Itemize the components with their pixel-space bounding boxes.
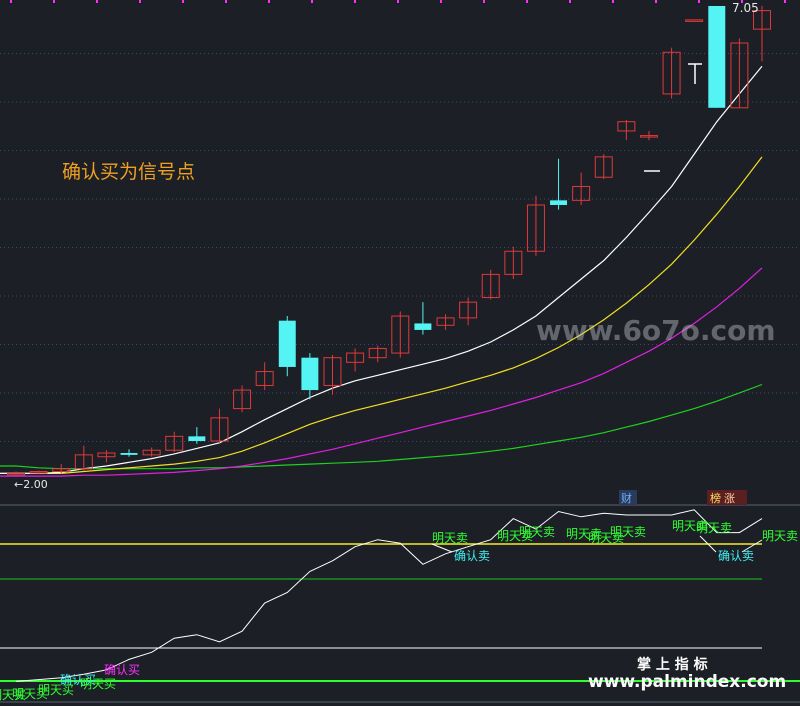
signal-annotation: 确认买为信号点 — [62, 161, 195, 183]
top-tick — [397, 0, 399, 3]
top-tick — [268, 0, 270, 3]
indicator-title: 掌 上 指 标 — [637, 656, 708, 673]
price-panel[interactable]: 确认买为信号点 7.05 ←2.00 www.6o7o.com 财 榜涨 — [0, 0, 800, 506]
top-tick — [53, 0, 55, 3]
top-tick — [10, 0, 12, 3]
top-tick — [139, 0, 141, 3]
candle-body — [188, 436, 206, 441]
watermark-bottom: www.palmindex.com — [588, 672, 786, 692]
top-tick — [698, 0, 700, 3]
signal-label-mingtian-mai: 明天卖 — [762, 529, 798, 543]
signal-label-mingtian-buy: 明天买 — [0, 688, 26, 702]
ma5-line — [0, 65, 763, 474]
top-tick — [655, 0, 657, 3]
candle-body — [708, 6, 726, 108]
signal-label-queren-mai: 确认卖 — [718, 549, 754, 563]
bang-marker: 榜 — [710, 491, 721, 505]
indicator-panel[interactable]: 明天卖 明天卖明天卖 明天卖明天卖明天卖 明天卖明天卖明天卖确认卖 确认卖确认买确认买明… — [0, 506, 800, 706]
low-price-label: ←2.00 — [14, 478, 48, 491]
candle-body — [414, 323, 432, 330]
signal-label-mingtian-mai: 明天卖 — [610, 525, 646, 539]
signal-label-mingtian-mai: 明天卖 — [432, 531, 468, 545]
oscillator-line — [15, 509, 763, 682]
signal-label-mingtian-mai: 明天卖 — [519, 525, 555, 539]
ma60-line — [0, 383, 763, 470]
top-tick — [612, 0, 614, 3]
ma20-line — [0, 267, 763, 477]
top-tick — [569, 0, 571, 3]
top-tick — [182, 0, 184, 3]
high-price-label: 7.05 — [732, 1, 759, 15]
cai-marker: 财 — [621, 491, 632, 505]
signal-label-mingtian-buy: 明天买 — [80, 677, 116, 691]
top-tick — [784, 0, 786, 3]
chart-window: 确认买为信号点 7.05 ←2.00 www.6o7o.com 财榜涨 明天卖 明天卖 明天… — [0, 0, 800, 706]
top-tick — [225, 0, 227, 3]
signal-label-queren-mai: 确认卖 — [454, 549, 490, 563]
top-tick — [96, 0, 98, 3]
top-tick — [526, 0, 528, 3]
candle-body — [685, 19, 704, 22]
signal-label-queren-buy: 确认买 — [104, 663, 140, 677]
signal-connector — [431, 543, 453, 553]
watermark-main: www.6o7o.com — [536, 314, 776, 347]
zhang-marker: 涨 — [724, 492, 735, 505]
candle-body — [550, 200, 568, 205]
top-tick — [483, 0, 485, 3]
candle-body — [301, 357, 319, 391]
top-tick — [440, 0, 442, 3]
top-tick — [311, 0, 313, 3]
signal-label-mingtian-mai: 明天卖 — [696, 521, 732, 535]
candle-body — [278, 320, 296, 367]
top-tick — [354, 0, 356, 3]
candle-body — [120, 453, 138, 455]
